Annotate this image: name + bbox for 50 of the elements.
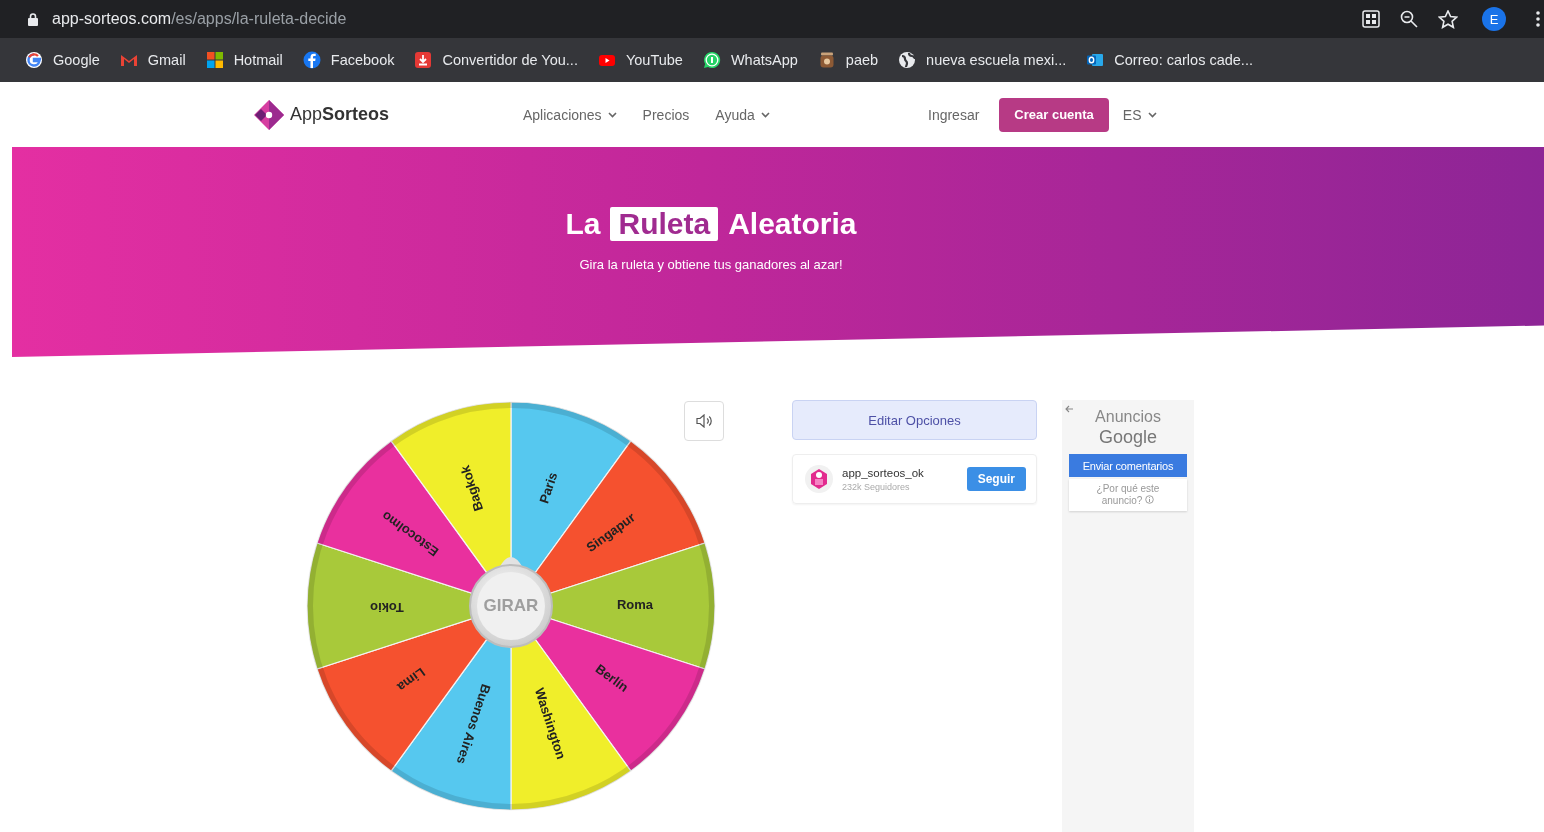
brand-logo[interactable]: AppSorteos [253, 98, 523, 131]
globe-icon [898, 51, 917, 69]
bookmark-link[interactable]: nueva escuela mexi... [898, 51, 1067, 69]
login-link[interactable]: Ingresar [928, 106, 980, 123]
highlighted-title-word: Ruleta [610, 207, 719, 241]
ad-brand: Google [1098, 427, 1157, 448]
bookmark-link[interactable]: Hotmail [205, 51, 283, 69]
info-icon [1145, 495, 1155, 504]
back-arrow-icon[interactable] [1065, 405, 1074, 413]
f-circle-icon [302, 51, 321, 69]
signup-button[interactable]: Crear cuenta [999, 97, 1109, 132]
bookmark-link[interactable]: Correo: carlos cade... [1086, 51, 1253, 69]
edit-options-button[interactable]: Editar Opciones [792, 400, 1037, 440]
ring-icon [25, 51, 43, 69]
account-avatar-icon [805, 465, 833, 493]
nav-link[interactable]: Ayuda [715, 106, 770, 123]
four-squares-icon [205, 51, 224, 69]
bookmark-link[interactable]: paeb [817, 51, 879, 69]
lock-icon [28, 12, 38, 26]
nav-link[interactable]: Aplicaciones [523, 106, 617, 123]
title-word: La [565, 207, 601, 241]
account-name: app_sorteos_ok [842, 466, 924, 479]
follower-count: 232k Seguidores [842, 481, 911, 492]
title-word: Aleatoria [728, 207, 857, 241]
feedback-button[interactable]: Enviar comentarios [1069, 454, 1187, 477]
bookmark-link[interactable]: Gmail [119, 51, 186, 69]
zoom-icon[interactable] [1400, 10, 1418, 28]
chat-bubble-icon [702, 51, 721, 69]
mail-app-icon [1086, 51, 1105, 69]
bookmark-link[interactable]: Convertidor de You... [414, 51, 578, 69]
language-selector[interactable]: ES [1122, 106, 1157, 123]
sound-button[interactable] [684, 401, 724, 441]
jar-icon [817, 51, 836, 69]
download-icon [414, 51, 433, 69]
grid-icon[interactable] [1362, 10, 1380, 28]
ad-label: Anuncios [1095, 408, 1161, 426]
bookmark-link[interactable]: WhatsApp [702, 51, 798, 69]
hero-subtitle: Gira la ruleta y obtiene tus ganadores al azar! [578, 257, 844, 272]
speaker-icon [695, 414, 713, 428]
bookmark-link[interactable]: Facebook [302, 51, 395, 69]
brand-name: AppSorteos [290, 104, 390, 125]
profile-avatar[interactable]: E [1482, 7, 1506, 31]
chevron-down-icon [1147, 111, 1157, 118]
star-icon[interactable] [1438, 9, 1458, 29]
bookmark-link[interactable]: YouTube [597, 51, 683, 69]
address-bar[interactable]: app-sorteos.com/es/apps/la-ruleta-decide [52, 10, 347, 28]
nav-link[interactable]: Precios [642, 106, 690, 123]
diamond-logo-icon [253, 98, 285, 131]
bookmark-link[interactable]: Google [25, 51, 100, 69]
menu-icon[interactable] [1536, 11, 1540, 27]
